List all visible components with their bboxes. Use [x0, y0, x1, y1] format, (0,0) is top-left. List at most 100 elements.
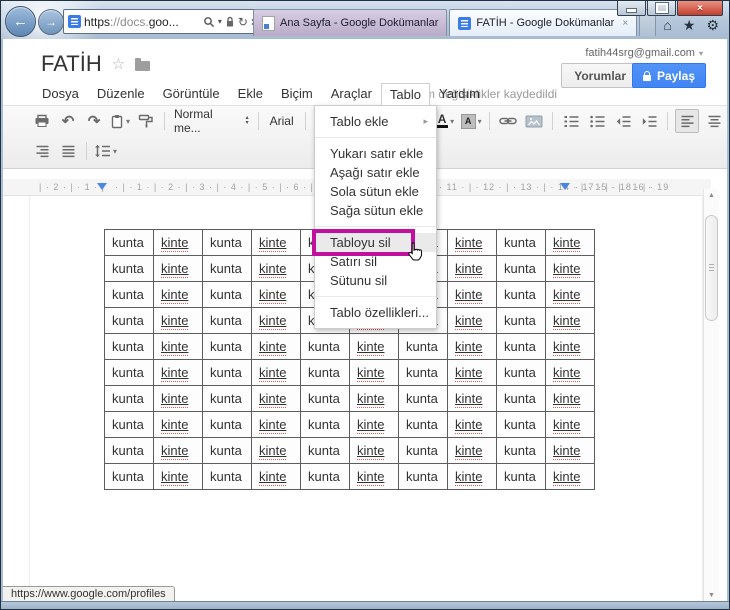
print-icon[interactable] — [31, 110, 53, 132]
table-cell[interactable]: kinte — [154, 256, 202, 281]
insert-image-icon[interactable] — [523, 110, 545, 132]
tab-ana-sayfa[interactable]: Ana Sayfa - Google Dokümanlar — [253, 9, 448, 36]
menu-bicim[interactable]: Biçim — [272, 83, 322, 105]
table-cell[interactable]: kunta — [301, 334, 349, 359]
scroll-up-icon[interactable]: ▲ — [704, 192, 719, 199]
table-cell[interactable]: kunta — [301, 412, 349, 437]
table-cell[interactable]: kinte — [154, 464, 202, 489]
highlight-color-icon[interactable]: A ▾ — [460, 110, 482, 132]
table-cell[interactable]: kinte — [154, 308, 202, 333]
table-cell[interactable]: kinte — [154, 360, 202, 385]
menu-araclar[interactable]: Araçlar — [322, 83, 381, 105]
forward-button[interactable]: → — [38, 8, 64, 35]
table-cell[interactable]: kunta — [105, 282, 153, 307]
address-url[interactable]: https://docs.goo... — [84, 15, 200, 29]
menu-tablo[interactable]: Tablo — [380, 83, 430, 105]
table-cell[interactable]: kunta — [497, 360, 545, 385]
table-cell[interactable]: kunta — [203, 334, 251, 359]
table-cell[interactable]: kunta — [399, 386, 447, 411]
table-cell[interactable]: kinte — [546, 334, 594, 359]
table-cell[interactable]: kunta — [105, 386, 153, 411]
table-cell[interactable]: kinte — [546, 386, 594, 411]
minimize-button[interactable] — [617, 1, 646, 16]
paint-format-icon[interactable] — [135, 110, 157, 132]
table-cell[interactable]: kunta — [105, 412, 153, 437]
table-cell[interactable]: kinte — [546, 464, 594, 489]
refresh-icon[interactable]: ↻ — [238, 15, 248, 29]
table-cell[interactable]: kunta — [203, 230, 251, 255]
align-right-icon[interactable] — [31, 140, 53, 162]
align-left-icon[interactable] — [675, 109, 700, 133]
table-cell[interactable]: kunta — [203, 360, 251, 385]
table-cell[interactable]: kunta — [399, 438, 447, 463]
table-cell[interactable]: kinte — [448, 360, 496, 385]
table-cell[interactable]: kinte — [448, 282, 496, 307]
table-cell[interactable]: kinte — [154, 386, 202, 411]
table-cell[interactable]: kunta — [497, 334, 545, 359]
line-spacing-icon[interactable]: ▾ — [94, 140, 117, 162]
table-cell[interactable]: kunta — [105, 230, 153, 255]
table-cell[interactable]: kinte — [448, 256, 496, 281]
menu-ekle[interactable]: Ekle — [229, 83, 272, 105]
styles-dropdown[interactable]: Normal me... ▴ ▾ — [170, 107, 253, 135]
table-cell[interactable]: kunta — [203, 386, 251, 411]
table-cell[interactable]: kinte — [252, 412, 300, 437]
search-icon[interactable] — [203, 16, 215, 28]
table-cell[interactable]: kunta — [105, 438, 153, 463]
table-cell[interactable]: kunta — [301, 360, 349, 385]
table-cell[interactable]: kunta — [203, 282, 251, 307]
table-cell[interactable]: kunta — [399, 412, 447, 437]
menu-item-tablo-ekle[interactable]: Tablo ekle ▸ — [315, 112, 436, 131]
table-cell[interactable]: kinte — [350, 464, 398, 489]
address-bar[interactable]: https://docs.goo... ▾ ↻ × — [63, 9, 263, 34]
table-cell[interactable]: kinte — [448, 230, 496, 255]
back-button[interactable]: ← — [5, 6, 36, 37]
table-cell[interactable]: kinte — [448, 464, 496, 489]
web-clipboard-icon[interactable]: ▾ — [109, 110, 131, 132]
table-cell[interactable]: kinte — [252, 230, 300, 255]
table-cell[interactable]: kinte — [350, 360, 398, 385]
redo-icon[interactable]: ↷ — [83, 110, 105, 132]
table-cell[interactable]: kunta — [203, 256, 251, 281]
menu-goruntule[interactable]: Görüntüle — [154, 83, 229, 105]
share-button[interactable]: Paylaş — [631, 63, 706, 88]
align-center-icon[interactable] — [703, 110, 725, 132]
table-cell[interactable]: kunta — [301, 438, 349, 463]
table-cell[interactable]: kinte — [252, 438, 300, 463]
menu-item-yukar-sat-r-ekle[interactable]: Yukarı satır ekle — [315, 144, 436, 163]
tab-fatih[interactable]: FATİH - Google Dokümanlar × — [449, 9, 638, 36]
table-cell[interactable]: kinte — [546, 308, 594, 333]
table-cell[interactable]: kinte — [252, 282, 300, 307]
tools-gear-icon[interactable]: ⚙ — [706, 17, 719, 34]
table-cell[interactable]: kunta — [105, 308, 153, 333]
maximize-button[interactable] — [647, 1, 676, 16]
table-cell[interactable]: kinte — [350, 334, 398, 359]
tab-close-icon[interactable]: × — [622, 18, 628, 29]
folder-icon[interactable] — [135, 58, 151, 71]
table-cell[interactable]: kunta — [203, 308, 251, 333]
table-cell[interactable]: kinte — [546, 256, 594, 281]
table-cell[interactable]: kunta — [497, 412, 545, 437]
table-cell[interactable]: kinte — [546, 412, 594, 437]
table-cell[interactable]: kinte — [448, 438, 496, 463]
table-cell[interactable]: kinte — [252, 308, 300, 333]
table-cell[interactable]: kinte — [154, 334, 202, 359]
table-cell[interactable]: kinte — [448, 386, 496, 411]
table-cell[interactable]: kunta — [105, 334, 153, 359]
menu-item-sa-a-s-tun-ekle[interactable]: Sağa sütun ekle — [315, 201, 436, 220]
bulleted-list-icon[interactable] — [586, 110, 608, 132]
margin-marker-icon[interactable] — [560, 183, 570, 190]
text-color-icon[interactable]: A ▾ — [434, 110, 456, 132]
table-cell[interactable]: kunta — [105, 256, 153, 281]
table-cell[interactable]: kunta — [399, 360, 447, 385]
comments-button[interactable]: Yorumlar — [561, 63, 639, 88]
scroll-down-icon[interactable]: ▼ — [704, 592, 719, 599]
table-cell[interactable]: kinte — [252, 360, 300, 385]
table-cell[interactable]: kinte — [154, 412, 202, 437]
table-cell[interactable]: kinte — [154, 438, 202, 463]
menu-duzenle[interactable]: Düzenle — [88, 83, 154, 105]
table-cell[interactable]: kinte — [252, 256, 300, 281]
favorites-star-icon[interactable]: ★ — [683, 17, 696, 34]
table-cell[interactable]: kunta — [203, 464, 251, 489]
undo-icon[interactable]: ↶ — [57, 110, 79, 132]
